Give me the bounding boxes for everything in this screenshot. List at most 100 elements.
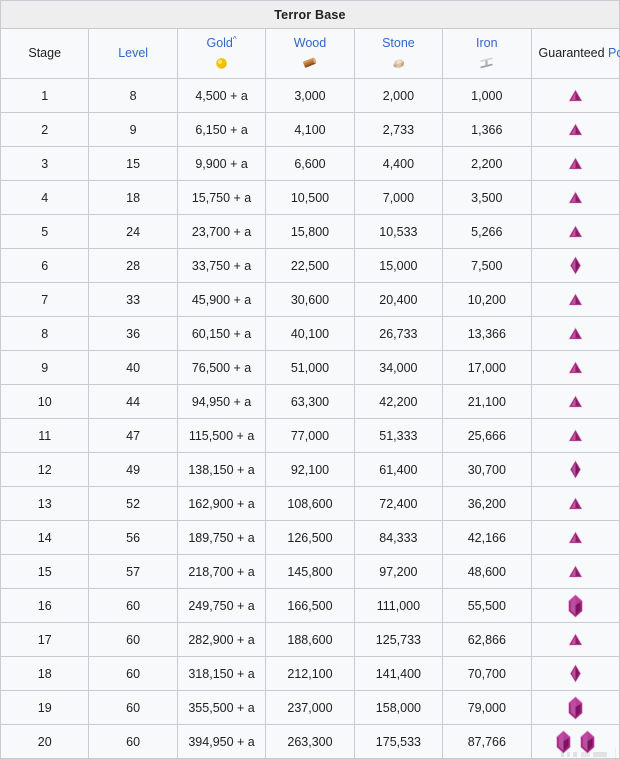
cell-stone: 61,400 bbox=[353, 452, 444, 487]
cell-gold: 9,900 + a bbox=[176, 146, 267, 181]
cell-wood: 92,100 bbox=[265, 452, 355, 487]
cell-level: 15 bbox=[88, 146, 178, 181]
cell-level: 47 bbox=[88, 418, 178, 453]
cell-iron: 70,700 bbox=[442, 656, 532, 691]
cell-iron: 1,366 bbox=[442, 112, 532, 147]
cell-wood: 15,800 bbox=[265, 214, 355, 249]
cell-stone: 175,533 bbox=[353, 724, 444, 759]
cell-wood: 108,600 bbox=[265, 486, 355, 521]
cell-wood: 63,300 bbox=[265, 384, 355, 419]
cell-iron: 25,666 bbox=[442, 418, 532, 453]
cell-gold: 6,150 + a bbox=[176, 112, 267, 147]
cell-stone: 4,400 bbox=[353, 146, 444, 181]
cell-stone: 10,533 bbox=[353, 214, 444, 249]
table-row: 11 47 115,500 + a 77,000 51,333 25,666 bbox=[0, 418, 620, 453]
column-header-wood: Wood bbox=[265, 28, 355, 79]
column-header-label-stage: Stage bbox=[4, 46, 85, 61]
header-link-power-stones[interactable]: Power Stones bbox=[608, 46, 620, 60]
power-stone-triangle-icon bbox=[568, 327, 583, 340]
cell-level: 57 bbox=[88, 554, 178, 589]
cell-gold: 45,900 + a bbox=[176, 282, 267, 317]
cell-stage: 20 bbox=[0, 724, 90, 759]
power-stone-triangle-icon bbox=[568, 123, 583, 136]
power-stone-crystal-icon bbox=[567, 593, 583, 618]
cell-stone: 26,733 bbox=[353, 316, 444, 351]
power-stone-triangle-icon bbox=[568, 395, 583, 408]
column-header-iron: Iron bbox=[442, 28, 532, 79]
power-stone-group bbox=[532, 249, 619, 282]
power-stone-group bbox=[532, 453, 619, 486]
cell-stone: 84,333 bbox=[353, 520, 444, 555]
cell-gold: 249,750 + a bbox=[176, 588, 267, 623]
cell-power-stones bbox=[530, 180, 620, 215]
cell-power-stones bbox=[530, 282, 620, 317]
table-row: 14 56 189,750 + a 126,500 84,333 42,166 bbox=[0, 520, 620, 555]
header-link-level[interactable]: Level bbox=[118, 46, 148, 60]
cell-level: 60 bbox=[88, 622, 178, 657]
cell-level: 33 bbox=[88, 282, 178, 317]
power-stone-triangle-icon bbox=[568, 565, 583, 578]
power-stone-triangle-icon bbox=[568, 293, 583, 306]
cell-iron: 79,000 bbox=[442, 690, 532, 725]
cell-power-stones bbox=[530, 520, 620, 555]
cell-iron: 1,000 bbox=[442, 78, 532, 113]
cell-gold: 15,750 + a bbox=[176, 180, 267, 215]
cell-wood: 10,500 bbox=[265, 180, 355, 215]
table-row: 12 49 138,150 + a 92,100 61,400 30,700 bbox=[0, 452, 620, 487]
header-link-stage: Stage bbox=[28, 46, 62, 60]
cell-iron: 5,266 bbox=[442, 214, 532, 249]
table-row: 10 44 94,950 + a 63,300 42,200 21,100 bbox=[0, 384, 620, 419]
cell-iron: 13,366 bbox=[442, 316, 532, 351]
cell-wood: 4,100 bbox=[265, 112, 355, 147]
power-stone-group bbox=[532, 555, 619, 588]
cell-power-stones bbox=[530, 384, 620, 419]
table-row: 9 40 76,500 + a 51,000 34,000 17,000 bbox=[0, 350, 620, 385]
cell-stage: 17 bbox=[0, 622, 90, 657]
cell-iron: 2,200 bbox=[442, 146, 532, 181]
cell-gold: 189,750 + a bbox=[176, 520, 267, 555]
gold-coin-icon bbox=[216, 58, 227, 69]
terror-base-table: Terror Base Stage Level Gold^ Wood Stone Iron… bbox=[0, 0, 620, 759]
footnote-marker-gold[interactable]: ^ bbox=[233, 35, 237, 44]
cell-gold: 162,900 + a bbox=[176, 486, 267, 521]
power-stone-group bbox=[532, 79, 619, 112]
cell-power-stones bbox=[530, 588, 620, 623]
cell-power-stones bbox=[530, 418, 620, 453]
cell-iron: 17,000 bbox=[442, 350, 532, 385]
cell-level: 24 bbox=[88, 214, 178, 249]
header-link-stone[interactable]: Stone bbox=[382, 36, 415, 50]
cell-level: 40 bbox=[88, 350, 178, 385]
header-link-iron[interactable]: Iron bbox=[476, 36, 498, 50]
cell-level: 60 bbox=[88, 690, 178, 725]
power-stone-triangle-icon bbox=[568, 429, 583, 442]
column-header-level: Level bbox=[88, 28, 178, 79]
cell-power-stones bbox=[530, 316, 620, 351]
column-header-label-gold: Gold^ bbox=[181, 35, 262, 51]
cell-level: 18 bbox=[88, 180, 178, 215]
cell-stage: 5 bbox=[0, 214, 90, 249]
cell-stone: 2,000 bbox=[353, 78, 444, 113]
header-link-wood[interactable]: Wood bbox=[294, 36, 326, 50]
cell-stage: 18 bbox=[0, 656, 90, 691]
table-row: 6 28 33,750 + a 22,500 15,000 7,500 bbox=[0, 248, 620, 283]
cell-power-stones bbox=[530, 350, 620, 385]
cell-stage: 9 bbox=[0, 350, 90, 385]
cell-iron: 21,100 bbox=[442, 384, 532, 419]
cell-iron: 55,500 bbox=[442, 588, 532, 623]
cell-iron: 10,200 bbox=[442, 282, 532, 317]
cell-stone: 97,200 bbox=[353, 554, 444, 589]
cell-iron: 3,500 bbox=[442, 180, 532, 215]
cell-stone: 20,400 bbox=[353, 282, 444, 317]
cell-stone: 111,000 bbox=[353, 588, 444, 623]
cell-stone: 72,400 bbox=[353, 486, 444, 521]
cell-iron: 36,200 bbox=[442, 486, 532, 521]
iron-beam-icon bbox=[480, 57, 493, 69]
header-link-gold[interactable]: Gold bbox=[206, 36, 232, 50]
table-row: 13 52 162,900 + a 108,600 72,400 36,200 bbox=[0, 486, 620, 521]
cell-power-stones bbox=[530, 656, 620, 691]
power-stone-group bbox=[532, 521, 619, 554]
cell-level: 56 bbox=[88, 520, 178, 555]
wood-log-icon bbox=[303, 57, 317, 68]
cell-power-stones bbox=[530, 724, 620, 759]
cell-iron: 30,700 bbox=[442, 452, 532, 487]
